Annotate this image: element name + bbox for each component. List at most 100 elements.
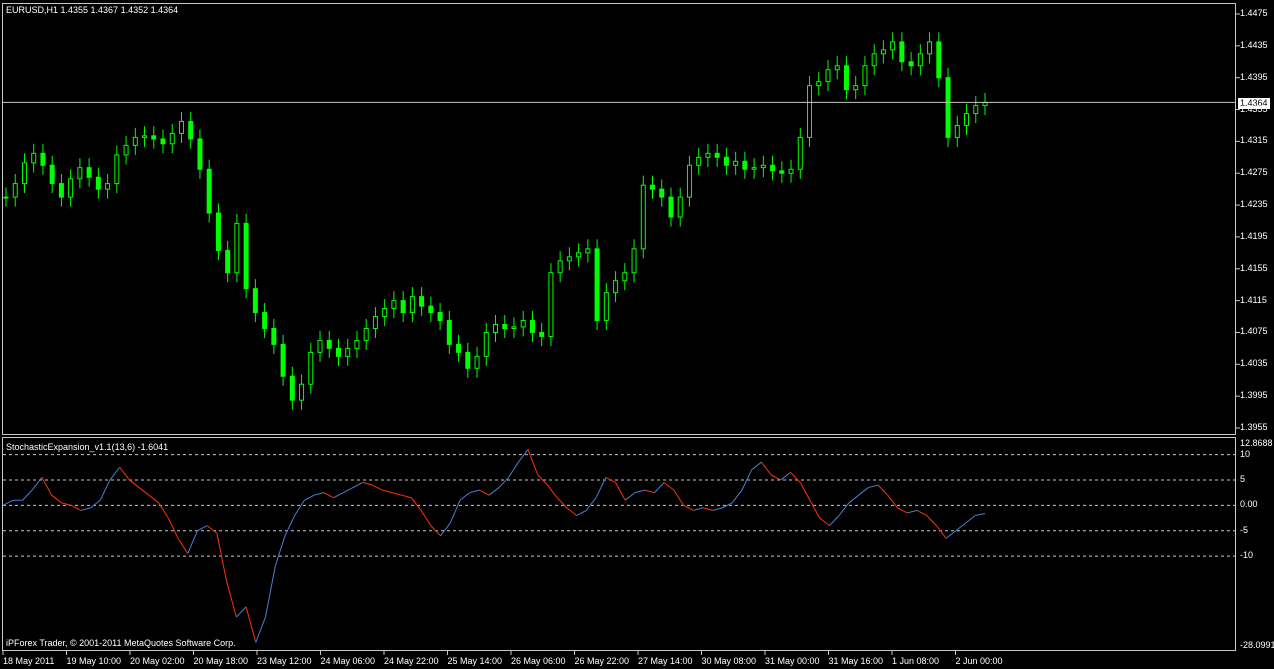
candle-body [511, 326, 517, 329]
candle-body [12, 183, 18, 198]
candle-body [705, 152, 711, 158]
chart-canvas [2, 13, 1240, 655]
indicator-segment [372, 484, 383, 491]
candle-body [31, 152, 37, 164]
price-axis-label: 1.4195 [1240, 230, 1268, 241]
candle-body [49, 164, 55, 185]
indicator-segment [294, 499, 305, 516]
candle-body [40, 152, 46, 166]
indicator-segment [245, 606, 257, 643]
candle-body [456, 343, 462, 353]
indicator-segment [90, 499, 101, 509]
candle-body [178, 120, 184, 134]
indicator-segment [838, 502, 850, 516]
indicator-segment [955, 522, 966, 532]
candle-body [871, 53, 877, 67]
indicator-segment [197, 525, 208, 532]
candle-body [557, 260, 563, 274]
indicator-header: StochasticExpansion_v1.1(13,6) -1.6041 [6, 442, 169, 452]
indicator-axis-label: 5 [1240, 473, 1246, 484]
indicator-segment [556, 497, 568, 509]
indicator-segment [70, 504, 82, 511]
candle-body [105, 183, 111, 190]
candle-body [252, 288, 258, 314]
indicator-segment [206, 525, 218, 534]
indicator-segment [255, 616, 266, 643]
time-axis-label: 18 May 2011 [3, 656, 55, 666]
candle-body [964, 113, 970, 126]
candle-body [760, 164, 766, 169]
candle-body [779, 170, 785, 174]
indicator-segment [799, 482, 811, 501]
time-axis-label: 20 May 02:00 [130, 656, 185, 666]
indicator-segment [352, 482, 363, 489]
price-axis-label: 1.3955 [1240, 422, 1268, 432]
indicator-segment [430, 525, 441, 537]
indicator-segment [119, 466, 130, 481]
indicator-segment [449, 500, 461, 524]
indicator-segment [945, 530, 957, 539]
indicator-segment [868, 484, 879, 489]
time-axis-label: 30 May 08:00 [701, 656, 757, 666]
time-axis-label: 1 Jun 08:00 [892, 656, 940, 666]
indicator-segment [848, 494, 859, 504]
candle-body [188, 120, 194, 140]
candle-body [594, 248, 600, 322]
indicator-segment [770, 474, 782, 481]
candle-body [409, 296, 415, 314]
candle-body [529, 320, 535, 333]
candle-body [797, 136, 803, 170]
indicator-segment [138, 487, 150, 496]
candle-body [280, 343, 286, 377]
candle-body [335, 347, 341, 357]
candle-body [391, 300, 397, 310]
indicator-segment [819, 517, 830, 527]
price-axis-label: 1.4155 [1240, 262, 1268, 273]
time-axis-label: 24 May 06:00 [320, 656, 376, 666]
indicator-segment [858, 487, 869, 496]
indicator-axis-label: -5 [1240, 524, 1249, 535]
candle-body [502, 324, 508, 329]
candle-body [843, 65, 849, 91]
indicator-segment [683, 504, 694, 511]
indicator-segment [226, 581, 237, 618]
candle-body [437, 312, 443, 322]
price-axis-label: 1.4035 [1240, 358, 1268, 369]
indicator-segment [829, 515, 840, 526]
indicator-segment [284, 515, 296, 537]
indicator-segment [61, 502, 72, 506]
candle-body [733, 160, 739, 166]
candle-body [58, 183, 64, 198]
candle-body [354, 339, 360, 349]
candle-body [936, 41, 942, 79]
indicator-segment [2, 499, 13, 506]
time-axis-label: 2 Jun 00:00 [955, 656, 1003, 666]
indicator-segment [576, 509, 587, 516]
candle-body [825, 69, 831, 83]
indicator-segment [469, 489, 480, 494]
indicator-segment [498, 477, 509, 488]
candle-body [603, 292, 609, 322]
main-chart-header: EURUSD,H1 1.4355 1.4367 1.4352 1.4364 [6, 5, 179, 15]
indicator-segment [907, 509, 918, 514]
price-axis-label: 1.4395 [1240, 71, 1268, 82]
indicator-segment [440, 522, 451, 537]
indicator-segment [410, 497, 422, 511]
price-axis-label: 1.4475 [1240, 8, 1268, 18]
candle-body [539, 331, 545, 337]
indicator-segment [644, 489, 655, 494]
indicator-segment [323, 492, 334, 499]
time-axis-label: 31 May 00:00 [765, 656, 820, 666]
candle-body [289, 375, 295, 401]
candle-body [243, 222, 249, 290]
price-axis-label: 1.4115 [1240, 294, 1267, 305]
indicator-segment [362, 482, 373, 486]
candle-body [613, 280, 619, 294]
candle-body [428, 305, 434, 314]
time-axis-label: 31 May 16:00 [828, 656, 884, 666]
indicator-segment [508, 461, 519, 478]
indicator-axis-label: -28.0991 [1240, 640, 1274, 650]
candle-body [566, 256, 572, 262]
indicator-segment [877, 484, 889, 496]
candle-body [308, 351, 314, 385]
